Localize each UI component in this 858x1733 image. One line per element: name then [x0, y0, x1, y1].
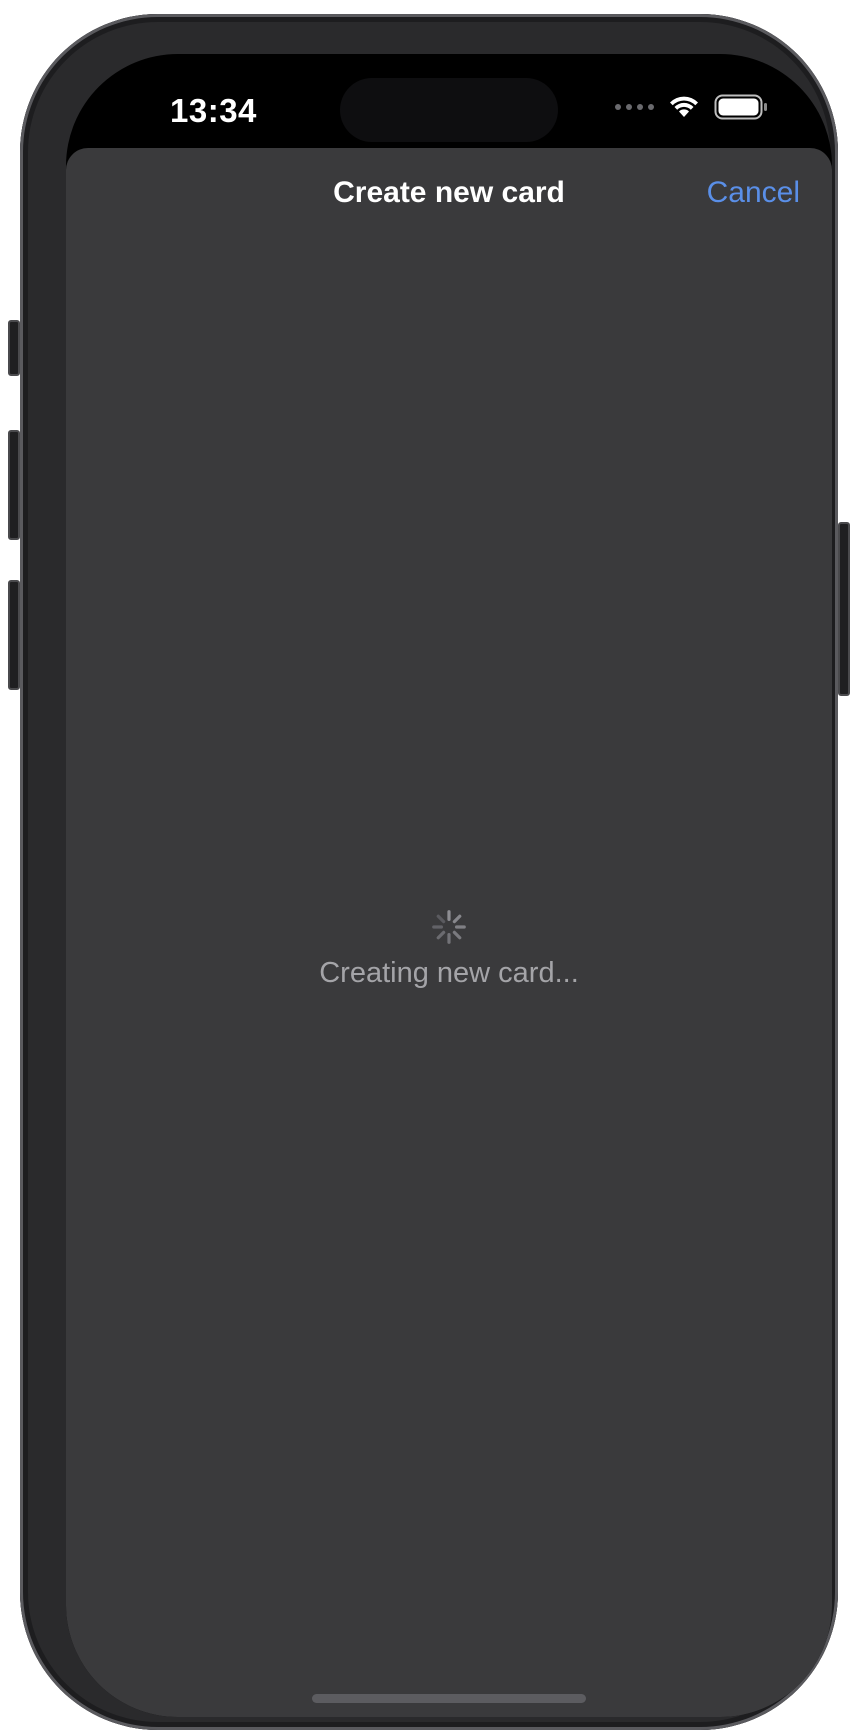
home-indicator[interactable] — [312, 1694, 586, 1703]
cancel-button[interactable]: Cancel — [707, 176, 800, 210]
power-button — [838, 522, 850, 696]
status-icons — [615, 92, 768, 122]
loading-message: Creating new card... — [319, 957, 579, 989]
status-time: 13:34 — [170, 92, 257, 129]
loading-indicator: Creating new card... — [66, 908, 832, 990]
activity-spinner-icon — [432, 910, 466, 944]
phone-frame: 13:34 Create new card Cancel Creating ne… — [8, 14, 850, 1730]
battery-icon — [714, 94, 767, 120]
cellular-signal-icon — [615, 104, 654, 110]
phone-screen: 13:34 Create new card Cancel Creating ne… — [66, 54, 832, 1717]
action-button — [8, 320, 20, 376]
dynamic-island — [340, 78, 558, 142]
wifi-icon — [670, 96, 698, 117]
volume-down-button — [8, 580, 20, 690]
create-card-sheet: Create new card Cancel Creating new card… — [66, 148, 832, 1717]
volume-up-button — [8, 430, 20, 540]
